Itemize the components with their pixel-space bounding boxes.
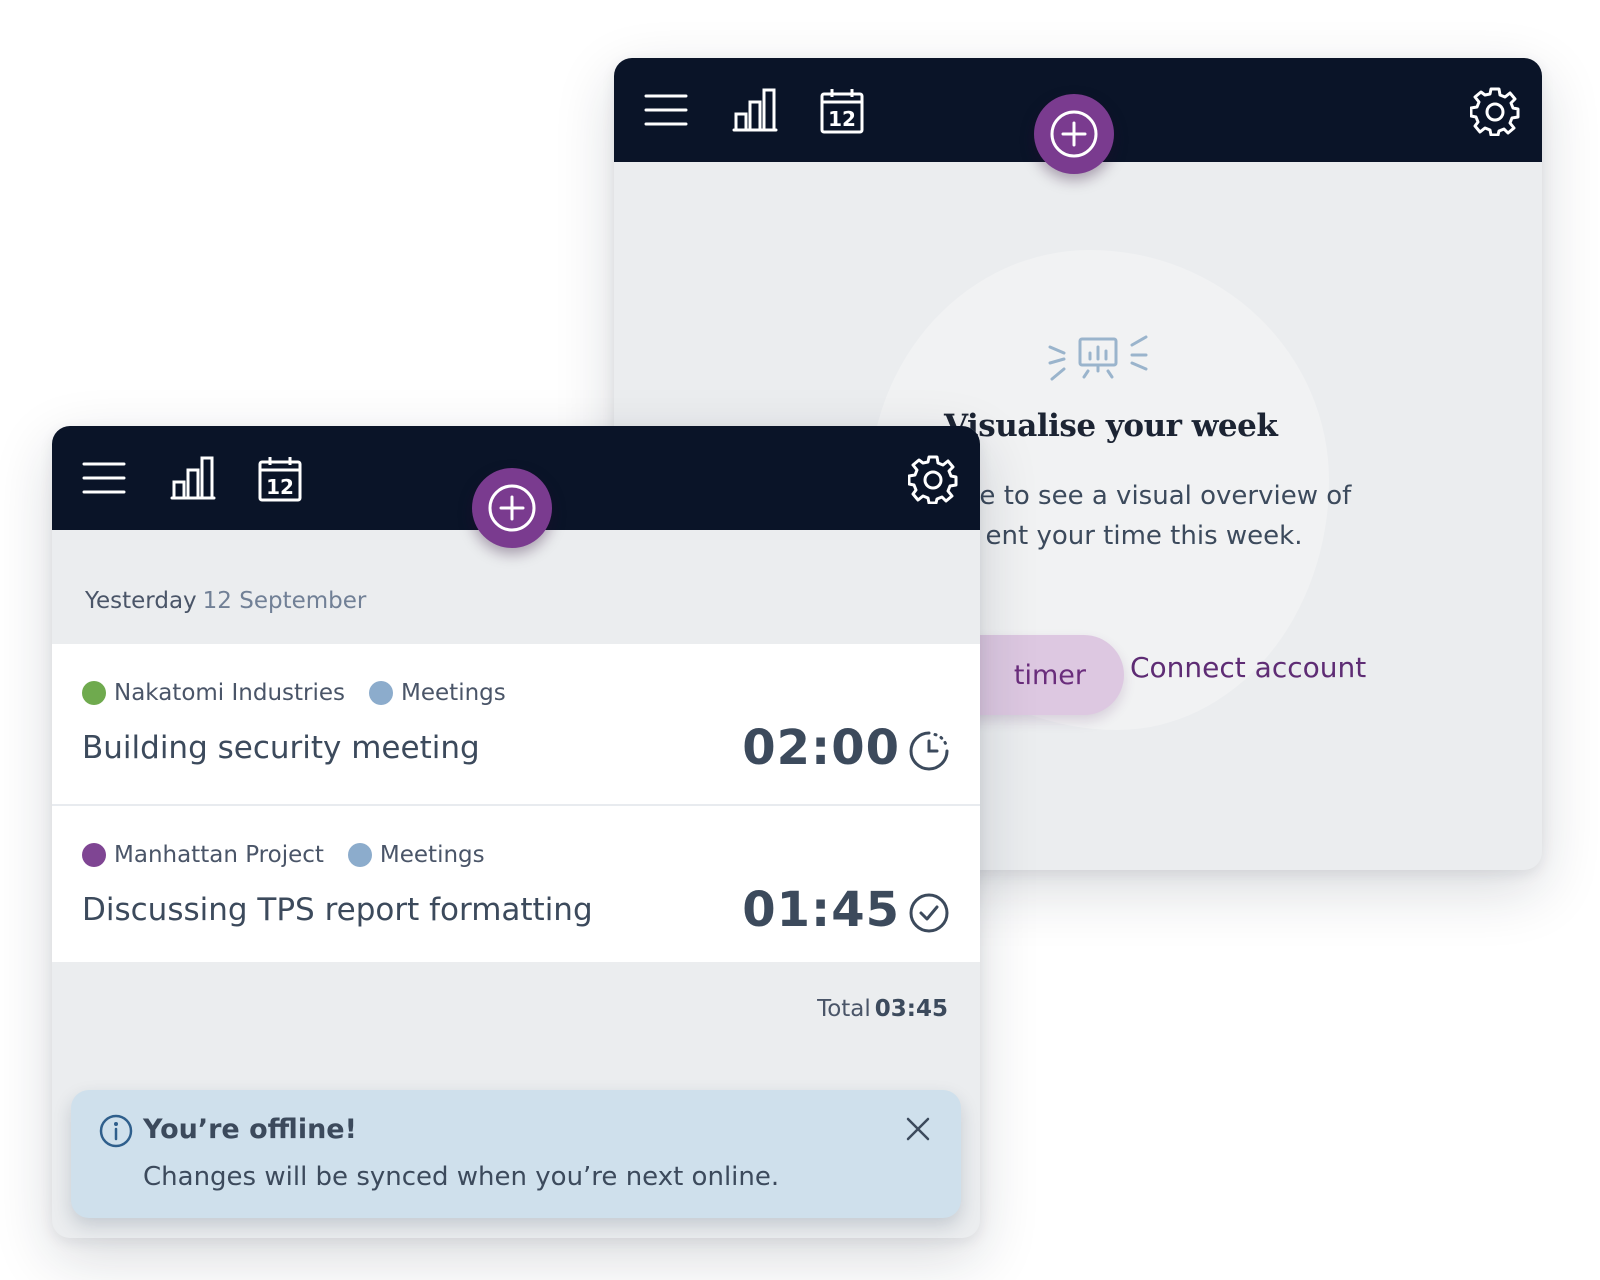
client-color-dot (82, 843, 106, 867)
daily-total: Total 03:45 (817, 996, 948, 1022)
total-value: 03:45 (874, 996, 948, 1022)
add-icon (488, 484, 536, 532)
connect-account-link[interactable]: Connect account (1130, 651, 1366, 684)
entry-duration: 02:00 (742, 720, 900, 776)
category-color-dot (347, 843, 372, 867)
calendar-icon[interactable]: 12 (820, 88, 864, 134)
category-tag: Meetings (347, 842, 485, 868)
client-name: Nakatomi Industries (114, 680, 346, 706)
add-entry-button[interactable] (1034, 94, 1114, 174)
timer-running-icon[interactable] (908, 730, 950, 772)
close-icon (906, 1117, 930, 1141)
entry-title: Discussing TPS report formatting (82, 892, 593, 928)
day-relative-label: Yesterday (85, 588, 197, 614)
stats-icon[interactable] (170, 456, 216, 500)
category-name: Meetings (401, 680, 506, 706)
calendar-day-number: 12 (266, 475, 294, 499)
notification-title: You’re offline! (143, 1114, 357, 1145)
offline-notification: You’re offline! Changes will be synced w… (71, 1090, 961, 1218)
client-tag: Nakatomi Industries (82, 680, 345, 706)
calendar-day-number: 12 (828, 107, 856, 131)
category-tag: Meetings (369, 680, 506, 706)
add-icon (1050, 110, 1098, 158)
menu-icon[interactable] (644, 92, 688, 128)
total-label: Total (817, 996, 871, 1022)
empty-state-title: Visualise your week (944, 408, 1278, 444)
timesheet-window: 12 Yesterday 12 September Nakatomi Indust… (52, 426, 980, 1238)
client-tag: Manhattan Project (82, 842, 324, 868)
check-circle-icon[interactable] (908, 892, 950, 934)
category-color-dot (369, 681, 394, 705)
stats-icon[interactable] (732, 88, 778, 132)
notification-message: Changes will be synced when you’re next … (143, 1162, 780, 1192)
add-entry-button[interactable] (472, 468, 552, 548)
day-header: Yesterday 12 September (85, 588, 366, 614)
entry-title: Building security meeting (82, 730, 480, 766)
entry-tags: Manhattan Project Meetings (82, 842, 509, 868)
client-color-dot (82, 681, 106, 705)
gear-icon[interactable] (908, 454, 958, 504)
menu-icon[interactable] (82, 460, 126, 496)
client-name: Manhattan Project (114, 842, 324, 868)
calendar-icon[interactable]: 12 (258, 456, 302, 502)
time-entry-row[interactable]: Nakatomi Industries Meetings Building se… (52, 644, 980, 806)
close-notification-button[interactable] (899, 1110, 937, 1148)
time-entry-row[interactable]: Manhattan Project Meetings Discussing TP… (52, 806, 980, 962)
entry-duration: 01:45 (742, 882, 900, 938)
category-name: Meetings (379, 842, 485, 868)
entry-tags: Nakatomi Industries Meetings (82, 680, 530, 706)
presentation-icon (1048, 335, 1148, 381)
day-date-label: 12 September (202, 588, 367, 614)
info-icon (99, 1114, 133, 1148)
gear-icon[interactable] (1470, 86, 1520, 136)
